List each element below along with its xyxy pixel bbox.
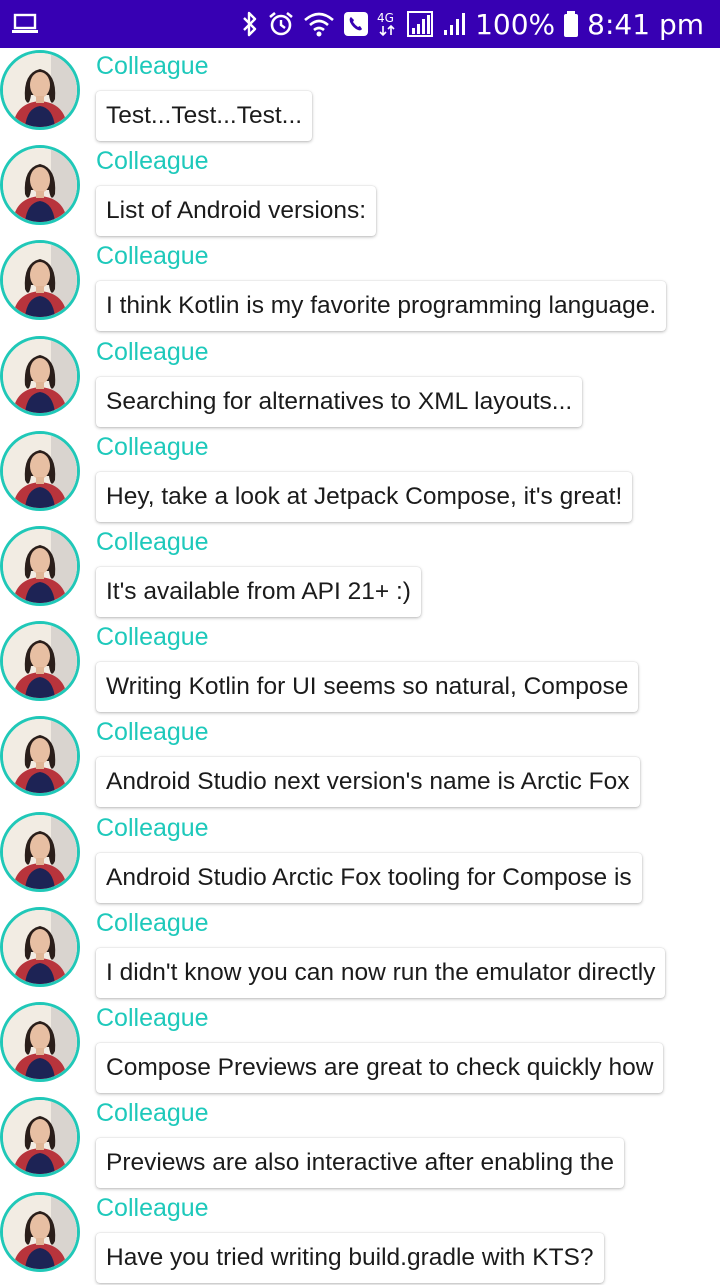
avatar[interactable] <box>0 906 80 987</box>
battery-percent: 100% <box>475 7 556 41</box>
message-row: Colleague Have you tried writing build.g… <box>0 1190 720 1285</box>
message-bubble[interactable]: Previews are also interactive after enab… <box>96 1138 624 1189</box>
author-name: Colleague <box>96 1003 209 1032</box>
message-row: Colleague Writing Kotlin for UI seems so… <box>0 619 720 714</box>
message-bubble[interactable]: Android Studio Arctic Fox tooling for Co… <box>96 852 642 903</box>
author-name: Colleague <box>96 337 209 366</box>
avatar[interactable] <box>0 1097 80 1178</box>
message-row: Colleague Previews are also interactive … <box>0 1095 720 1190</box>
author-name: Colleague <box>96 908 209 937</box>
author-name: Colleague <box>96 432 209 461</box>
author-name: Colleague <box>96 813 209 842</box>
message-row: Colleague I think Kotlin is my favorite … <box>0 238 720 333</box>
laptop-icon <box>12 13 38 35</box>
author-name: Colleague <box>96 1099 209 1128</box>
message-bubble[interactable]: Compose Previews are great to check quic… <box>96 1042 664 1093</box>
call-icon <box>343 11 369 37</box>
bluetooth-icon <box>241 10 259 38</box>
avatar[interactable] <box>0 430 80 511</box>
author-name: Colleague <box>96 242 209 271</box>
author-name: Colleague <box>96 623 209 652</box>
author-name: Colleague <box>96 147 209 176</box>
avatar[interactable] <box>0 811 80 892</box>
avatar[interactable] <box>0 525 80 606</box>
message-bubble[interactable]: Writing Kotlin for UI seems so natural, … <box>96 662 639 713</box>
status-bar: 4G 100% 8:41 pm <box>0 0 720 48</box>
avatar[interactable] <box>0 335 80 416</box>
message-bubble[interactable]: It's available from API 21+ :) <box>96 566 421 617</box>
message-row: Colleague Android Studio Arctic Fox tool… <box>0 810 720 905</box>
message-bubble[interactable]: Searching for alternatives to XML layout… <box>96 376 583 427</box>
message-bubble[interactable]: Test...Test...Test... <box>96 91 313 141</box>
message-bubble[interactable]: Have you tried writing build.gradle with… <box>96 1233 604 1284</box>
network-4g-icon: 4G <box>377 10 399 38</box>
avatar[interactable] <box>0 621 80 702</box>
message-row: Colleague Android Studio next version's … <box>0 714 720 809</box>
message-row: Colleague Hey, take a look at Jetpack Co… <box>0 429 720 524</box>
alarm-icon <box>267 10 295 38</box>
avatar[interactable] <box>0 50 80 130</box>
author-name: Colleague <box>96 52 209 80</box>
clock: 8:41 pm <box>587 7 704 41</box>
message-list[interactable]: Colleague Test...Test...Test... Colleagu… <box>0 48 720 1285</box>
signal-icon <box>443 10 467 38</box>
author-name: Colleague <box>96 527 209 556</box>
message-row: Colleague Test...Test...Test... <box>0 48 720 143</box>
message-bubble[interactable]: Android Studio next version's name is Ar… <box>96 757 640 808</box>
network-label: 4G <box>377 11 394 25</box>
avatar[interactable] <box>0 145 80 226</box>
message-row: Colleague List of Android versions: <box>0 143 720 238</box>
message-row: Colleague Searching for alternatives to … <box>0 334 720 429</box>
message-row: Colleague It's available from API 21+ :) <box>0 524 720 619</box>
avatar[interactable] <box>0 1001 80 1082</box>
signal-icon <box>407 10 435 38</box>
message-row: Colleague Compose Previews are great to … <box>0 1000 720 1095</box>
message-bubble[interactable]: List of Android versions: <box>96 186 377 237</box>
wifi-icon <box>303 10 335 38</box>
message-bubble[interactable]: Hey, take a look at Jetpack Compose, it'… <box>96 471 633 522</box>
battery-icon <box>563 10 579 38</box>
message-row: Colleague I didn't know you can now run … <box>0 905 720 1000</box>
author-name: Colleague <box>96 1194 209 1223</box>
message-bubble[interactable]: I think Kotlin is my favorite programmin… <box>96 281 667 332</box>
avatar[interactable] <box>0 716 80 797</box>
author-name: Colleague <box>96 718 209 747</box>
avatar[interactable] <box>0 1192 80 1273</box>
message-bubble[interactable]: I didn't know you can now run the emulat… <box>96 947 666 998</box>
avatar[interactable] <box>0 240 80 321</box>
